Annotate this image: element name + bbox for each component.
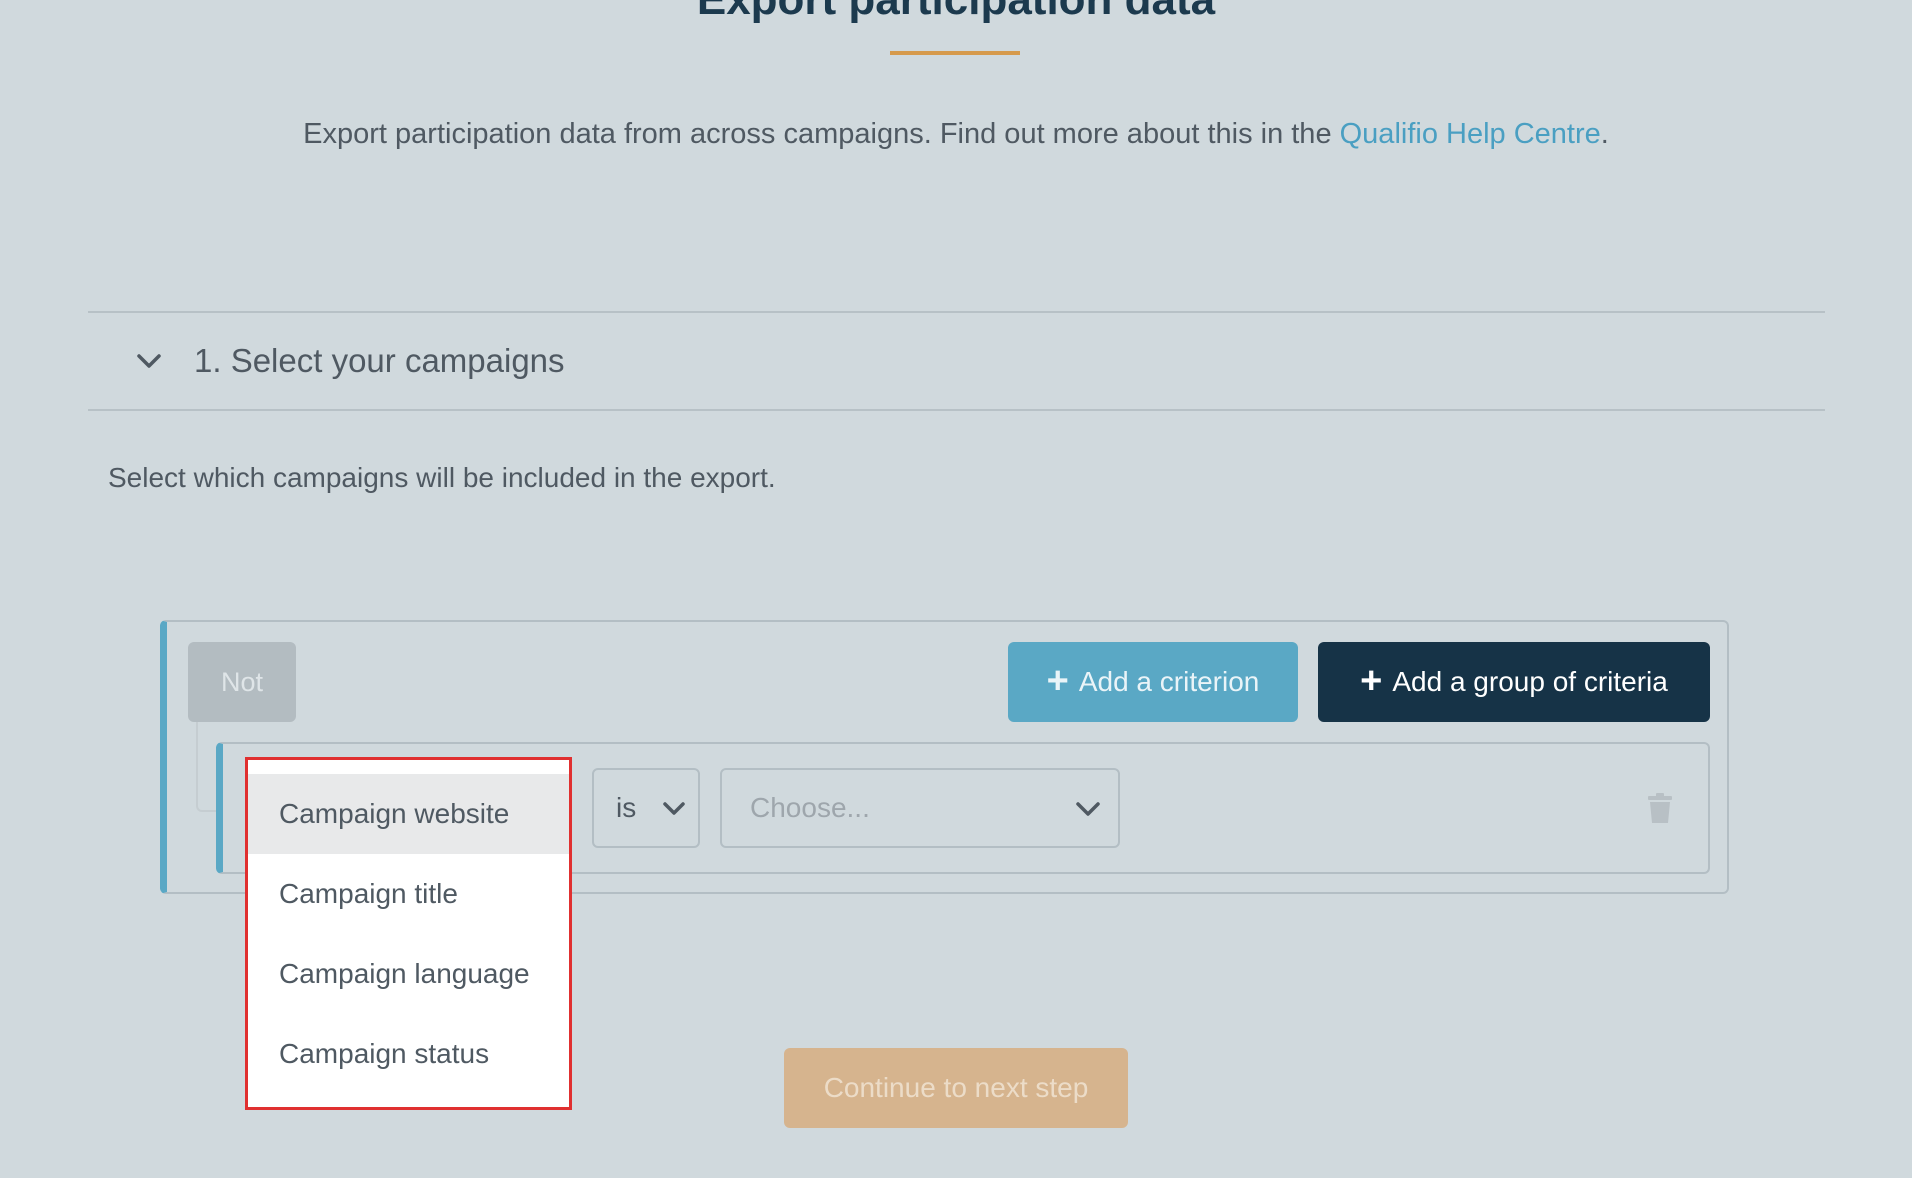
add-criterion-label: Add a criterion (1078, 666, 1260, 697)
plus-icon: + (1046, 659, 1069, 702)
chevron-down-icon (662, 796, 686, 828)
page-title: Export participation data (0, 0, 1912, 26)
add-criterion-button[interactable]: + Add a criterion (1008, 642, 1298, 722)
value-select[interactable]: Choose... (720, 768, 1120, 848)
field-dropdown-menu: Campaign website Campaign title Campaign… (245, 757, 572, 1110)
operator-value: is (616, 792, 637, 823)
intro-text-body: Export participation data from across ca… (303, 118, 1340, 150)
help-centre-link[interactable]: Qualifio Help Centre (1340, 118, 1601, 150)
section-description: Select which campaigns will be included … (108, 462, 776, 493)
not-toggle-button[interactable]: Not (188, 642, 296, 722)
operator-select[interactable]: is (592, 768, 700, 848)
dropdown-option-campaign-language[interactable]: Campaign language (248, 934, 569, 1014)
value-placeholder: Choose... (750, 792, 870, 823)
not-label: Not (220, 666, 264, 697)
chevron-down-icon (1074, 796, 1102, 828)
title-underline (890, 51, 1020, 55)
plus-icon: + (1360, 659, 1383, 702)
dropdown-option-campaign-status[interactable]: Campaign status (248, 1014, 569, 1094)
dropdown-option-campaign-website[interactable]: Campaign website (248, 774, 569, 854)
continue-label: Continue to next step (823, 1072, 1089, 1103)
section-header-select-campaigns[interactable]: 1. Select your campaigns (88, 313, 1825, 409)
continue-button[interactable]: Continue to next step (784, 1048, 1128, 1128)
dropdown-option-campaign-title[interactable]: Campaign title (248, 854, 569, 934)
chevron-down-icon (134, 346, 164, 376)
intro-text: Export participation data from across ca… (0, 116, 1912, 152)
section-divider-bottom (88, 409, 1825, 411)
add-group-label: Add a group of criteria (1392, 666, 1668, 697)
add-group-button[interactable]: + Add a group of criteria (1318, 642, 1710, 722)
intro-text-suffix: . (1600, 118, 1609, 150)
section-header-label: 1. Select your campaigns (194, 342, 565, 379)
trash-icon[interactable] (1646, 792, 1674, 824)
